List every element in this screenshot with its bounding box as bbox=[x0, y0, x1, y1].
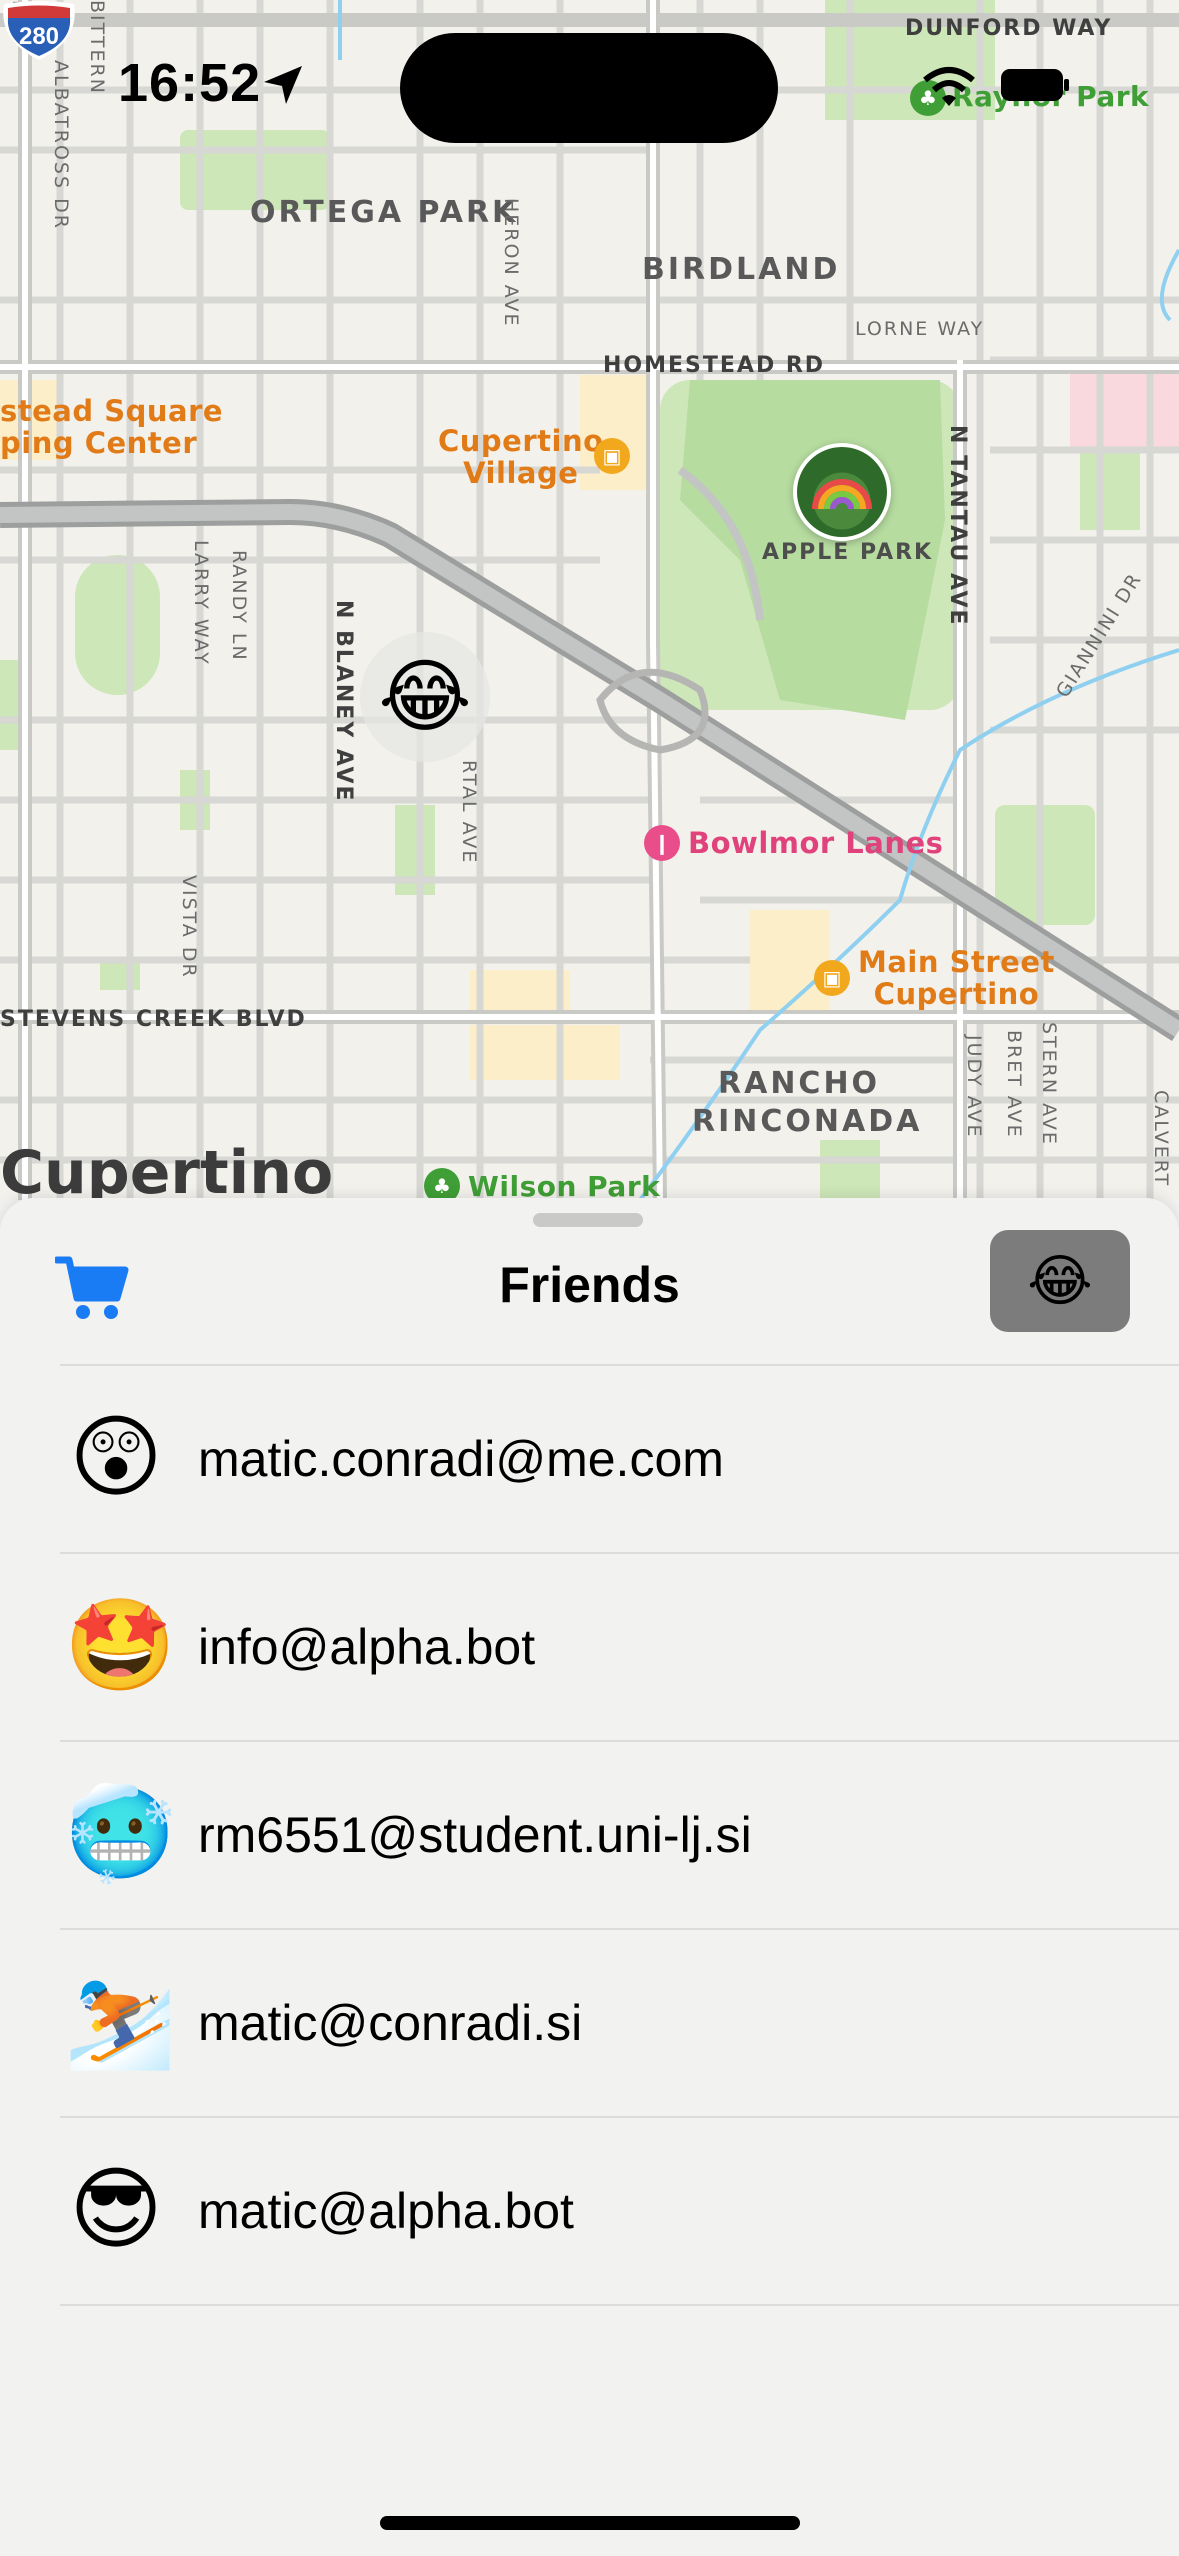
friend-avatar-emoji: 😲 bbox=[69, 1408, 163, 1508]
poi-label-homestead-square[interactable]: stead Square ping Center bbox=[0, 395, 223, 459]
bowling-icon[interactable]: ❙ bbox=[644, 825, 680, 861]
street-label-stern: STERN AVE bbox=[1038, 1022, 1060, 1146]
tree-icon[interactable]: ♣ bbox=[424, 1168, 460, 1200]
friend-location-marker[interactable]: 😂 bbox=[360, 632, 490, 762]
street-label-albatross: ALBATROSS DR bbox=[50, 60, 72, 230]
street-label-judy: JUDY AVE bbox=[963, 1035, 985, 1139]
home-indicator[interactable] bbox=[380, 2516, 800, 2530]
street-label-tantau: N TANTAU AVE bbox=[945, 425, 970, 627]
shield-number: 280 bbox=[19, 23, 59, 50]
wifi-icon bbox=[923, 67, 975, 106]
battery-icon bbox=[1001, 69, 1069, 101]
poi-label-main-street-line2: Cupertino bbox=[873, 977, 1040, 1011]
rainbow-icon bbox=[812, 479, 872, 510]
status-time: 16:52 bbox=[118, 53, 262, 113]
road-label-homestead: HOMESTEAD RD bbox=[603, 353, 826, 378]
poi-label-main-street[interactable]: Main Street Cupertino bbox=[858, 946, 1055, 1010]
street-label-heron: HERON AVE bbox=[500, 198, 522, 328]
district-label-rancho: RANCHO bbox=[718, 1066, 881, 1101]
poi-label-homestead-square-line2: ping Center bbox=[0, 426, 198, 460]
friend-email: matic@alpha.bot bbox=[198, 2183, 574, 2239]
interstate-shield-icon: 280 bbox=[3, 1, 75, 60]
district-label-rinconada: RINCONADA bbox=[692, 1104, 923, 1139]
street-label-portal: RTAL AVE bbox=[458, 760, 480, 865]
street-label-bret: BRET AVE bbox=[1003, 1030, 1025, 1139]
poi-label-homestead-square-line1: stead Square bbox=[0, 394, 224, 428]
friend-row[interactable]: 🤩 info@alpha.bot bbox=[60, 1554, 1179, 1742]
friend-row[interactable]: 😲 matic.conradi@me.com bbox=[60, 1366, 1179, 1554]
friend-avatar-emoji: 😎 bbox=[69, 2160, 163, 2260]
road-label-stevens-creek: STEVENS CREEK BLVD bbox=[0, 1007, 307, 1032]
friend-avatar-emoji: ⛷️ bbox=[64, 1972, 177, 2072]
street-label-larry-way: LARRY WAY bbox=[190, 540, 212, 666]
apple-park-marker[interactable] bbox=[793, 443, 891, 541]
friend-row[interactable]: 🥶 rm6551@student.uni-lj.si bbox=[60, 1742, 1179, 1930]
screen: DUNFORD WAY ORTEGA PARK BIRDLAND LORNE W… bbox=[0, 0, 1179, 2556]
city-label-cupertino: Cupertino bbox=[0, 1138, 334, 1200]
friend-row[interactable]: ⛷️ matic@conradi.si bbox=[60, 1930, 1179, 2118]
shopping-bag-icon[interactable]: ▣ bbox=[814, 960, 850, 996]
poi-label-main-street-line1: Main Street bbox=[858, 945, 1055, 979]
poi-label-cupertino-village[interactable]: Cupertino Village bbox=[438, 425, 604, 489]
poi-label-wilson-park[interactable]: Wilson Park bbox=[468, 1170, 660, 1200]
street-label-bittern: BITTERN bbox=[86, 0, 108, 95]
district-label-ortega-park: ORTEGA PARK bbox=[250, 195, 519, 230]
friend-email: matic.conradi@me.com bbox=[198, 1431, 724, 1487]
poi-label-apple-park[interactable]: APPLE PARK bbox=[762, 540, 933, 565]
friend-avatar-emoji: 🥶 bbox=[64, 1784, 177, 1884]
map-view[interactable]: DUNFORD WAY ORTEGA PARK BIRDLAND LORNE W… bbox=[0, 0, 1179, 1200]
street-label-vista: VISTA DR bbox=[178, 875, 200, 979]
friend-email: matic@conradi.si bbox=[198, 1995, 583, 2051]
road-label-dunford: DUNFORD WAY bbox=[905, 16, 1113, 41]
shopping-bag-icon[interactable]: ▣ bbox=[594, 438, 630, 474]
street-label-randy-ln: RANDY LN bbox=[228, 550, 250, 662]
friends-list: 😲 matic.conradi@me.com 🤩 info@alpha.bot … bbox=[60, 1364, 1179, 2306]
street-label-lorne-way: LORNE WAY bbox=[855, 318, 985, 340]
friend-email: rm6551@student.uni-lj.si bbox=[198, 1807, 752, 1863]
friend-avatar-emoji: 🤩 bbox=[64, 1596, 177, 1696]
friends-sheet: Friends 😂 😲 matic.conradi@me.com 🤩 info@… bbox=[0, 1198, 1179, 2556]
street-label-calvert: CALVERT bbox=[1150, 1090, 1172, 1188]
dynamic-island bbox=[400, 33, 778, 143]
street-label-blaney: N BLANEY AVE bbox=[331, 600, 356, 803]
location-arrow-icon bbox=[264, 66, 302, 104]
emoji-picker-button[interactable]: 😂 bbox=[990, 1230, 1130, 1332]
friend-email: info@alpha.bot bbox=[198, 1619, 536, 1675]
friend-row[interactable]: 😎 matic@alpha.bot bbox=[60, 2118, 1179, 2306]
poi-label-bowlmor[interactable]: Bowlmor Lanes bbox=[688, 826, 943, 860]
sheet-grabber[interactable] bbox=[533, 1213, 643, 1227]
district-label-birdland: BIRDLAND bbox=[642, 252, 841, 287]
